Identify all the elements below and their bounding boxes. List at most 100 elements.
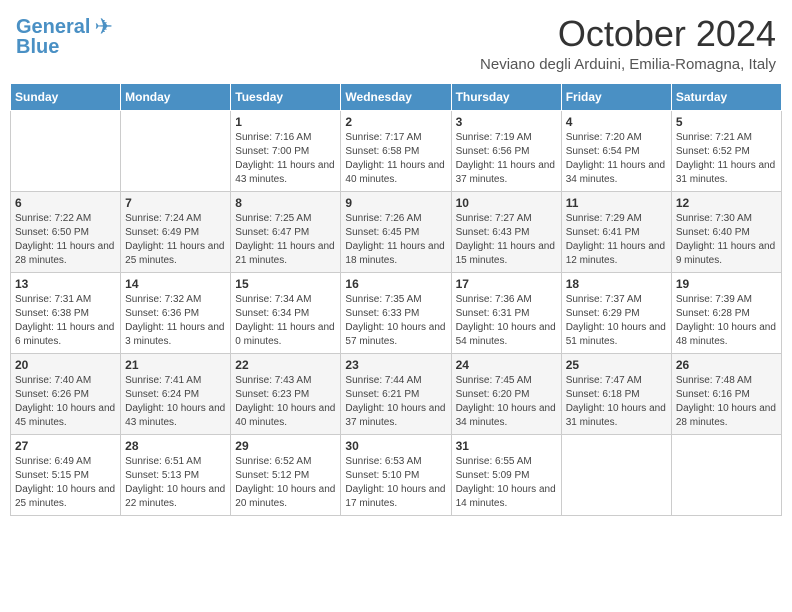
weekday-header-friday: Friday — [561, 83, 671, 110]
day-info: Sunrise: 7:37 AMSunset: 6:29 PMDaylight:… — [566, 293, 667, 349]
calendar-week-2: 6 Sunrise: 7:22 AMSunset: 6:50 PMDaylight… — [11, 191, 782, 272]
day-number: 9 — [345, 196, 446, 210]
day-info: Sunrise: 7:44 AMSunset: 6:21 PMDaylight:… — [345, 374, 446, 430]
day-info: Sunrise: 7:22 AMSunset: 6:50 PMDaylight:… — [15, 212, 116, 268]
weekday-header-sunday: Sunday — [11, 83, 121, 110]
calendar-table: SundayMondayTuesdayWednesdayThursdayFrid… — [10, 83, 782, 516]
calendar-cell: 22 Sunrise: 7:43 AMSunset: 6:23 PMDayligh… — [231, 353, 341, 434]
calendar-cell: 23 Sunrise: 7:44 AMSunset: 6:21 PMDayligh… — [341, 353, 451, 434]
calendar-cell — [561, 434, 671, 515]
calendar-cell: 25 Sunrise: 7:47 AMSunset: 6:18 PMDayligh… — [561, 353, 671, 434]
calendar-cell: 5 Sunrise: 7:21 AMSunset: 6:52 PMDaylight… — [671, 110, 781, 191]
day-number: 17 — [456, 277, 557, 291]
calendar-cell: 4 Sunrise: 7:20 AMSunset: 6:54 PMDaylight… — [561, 110, 671, 191]
calendar-cell: 17 Sunrise: 7:36 AMSunset: 6:31 PMDayligh… — [451, 272, 561, 353]
day-info: Sunrise: 6:53 AMSunset: 5:10 PMDaylight:… — [345, 455, 446, 511]
day-number: 3 — [456, 115, 557, 129]
day-number: 15 — [235, 277, 336, 291]
weekday-header-saturday: Saturday — [671, 83, 781, 110]
calendar-week-1: 1 Sunrise: 7:16 AMSunset: 7:00 PMDaylight… — [11, 110, 782, 191]
calendar-cell: 13 Sunrise: 7:31 AMSunset: 6:38 PMDayligh… — [11, 272, 121, 353]
day-info: Sunrise: 6:55 AMSunset: 5:09 PMDaylight:… — [456, 455, 557, 511]
calendar-cell: 14Sunrise: 7:32 AMSunset: 6:36 PMDayligh… — [121, 272, 231, 353]
day-info: Sunrise: 7:27 AMSunset: 6:43 PMDaylight:… — [456, 212, 557, 268]
weekday-header-tuesday: Tuesday — [231, 83, 341, 110]
calendar-cell: 16 Sunrise: 7:35 AMSunset: 6:33 PMDayligh… — [341, 272, 451, 353]
calendar-cell: 12Sunrise: 7:30 AMSunset: 6:40 PMDayligh… — [671, 191, 781, 272]
calendar-week-3: 13 Sunrise: 7:31 AMSunset: 6:38 PMDayligh… — [11, 272, 782, 353]
calendar-cell: 1 Sunrise: 7:16 AMSunset: 7:00 PMDaylight… — [231, 110, 341, 191]
day-info: Sunrise: 7:17 AMSunset: 6:58 PMDaylight:… — [345, 131, 446, 187]
day-info: Sunrise: 7:16 AMSunset: 7:00 PMDaylight:… — [235, 131, 336, 187]
logo-line2: Blue — [16, 36, 59, 58]
day-number: 27 — [15, 439, 116, 453]
calendar-cell: 7 Sunrise: 7:24 AMSunset: 6:49 PMDaylight… — [121, 191, 231, 272]
calendar-week-4: 20 Sunrise: 7:40 AMSunset: 6:26 PMDayligh… — [11, 353, 782, 434]
day-info: Sunrise: 7:31 AMSunset: 6:38 PMDaylight:… — [15, 293, 116, 349]
day-number: 2 — [345, 115, 446, 129]
day-number: 22 — [235, 358, 336, 372]
calendar-cell: 20 Sunrise: 7:40 AMSunset: 6:26 PMDayligh… — [11, 353, 121, 434]
day-info: Sunrise: 7:41 AMSunset: 6:24 PMDaylight:… — [125, 374, 226, 430]
day-number: 1 — [235, 115, 336, 129]
calendar-cell: 30 Sunrise: 6:53 AMSunset: 5:10 PMDayligh… — [341, 434, 451, 515]
calendar-cell: 29 Sunrise: 6:52 AMSunset: 5:12 PMDayligh… — [231, 434, 341, 515]
day-number: 12 — [676, 196, 777, 210]
calendar-cell: 15Sunrise: 7:34 AMSunset: 6:34 PMDayligh… — [231, 272, 341, 353]
calendar-cell: 3 Sunrise: 7:19 AMSunset: 6:56 PMDaylight… — [451, 110, 561, 191]
day-info: Sunrise: 7:40 AMSunset: 6:26 PMDaylight:… — [15, 374, 116, 430]
day-info: Sunrise: 7:24 AMSunset: 6:49 PMDaylight:… — [125, 212, 226, 268]
calendar-cell: 24Sunrise: 7:45 AMSunset: 6:20 PMDayligh… — [451, 353, 561, 434]
day-number: 16 — [345, 277, 446, 291]
day-info: Sunrise: 7:25 AMSunset: 6:47 PMDaylight:… — [235, 212, 336, 268]
weekday-header-monday: Monday — [121, 83, 231, 110]
day-number: 31 — [456, 439, 557, 453]
day-number: 8 — [235, 196, 336, 210]
day-number: 18 — [566, 277, 667, 291]
day-info: Sunrise: 7:21 AMSunset: 6:52 PMDaylight:… — [676, 131, 777, 187]
calendar-cell — [11, 110, 121, 191]
day-number: 6 — [15, 196, 116, 210]
location-title: Neviano degli Arduini, Emilia-Romagna, I… — [480, 56, 776, 73]
day-info: Sunrise: 7:36 AMSunset: 6:31 PMDaylight:… — [456, 293, 557, 349]
day-info: Sunrise: 7:47 AMSunset: 6:18 PMDaylight:… — [566, 374, 667, 430]
calendar-cell: 18 Sunrise: 7:37 AMSunset: 6:29 PMDayligh… — [561, 272, 671, 353]
day-number: 5 — [676, 115, 777, 129]
day-number: 26 — [676, 358, 777, 372]
calendar-cell: 6 Sunrise: 7:22 AMSunset: 6:50 PMDaylight… — [11, 191, 121, 272]
day-number: 29 — [235, 439, 336, 453]
day-info: Sunrise: 7:20 AMSunset: 6:54 PMDaylight:… — [566, 131, 667, 187]
day-info: Sunrise: 7:19 AMSunset: 6:56 PMDaylight:… — [456, 131, 557, 187]
calendar-cell: 31 Sunrise: 6:55 AMSunset: 5:09 PMDayligh… — [451, 434, 561, 515]
day-number: 7 — [125, 196, 226, 210]
day-number: 13 — [15, 277, 116, 291]
calendar-cell: 28Sunrise: 6:51 AMSunset: 5:13 PMDayligh… — [121, 434, 231, 515]
day-number: 20 — [15, 358, 116, 372]
day-info: Sunrise: 7:29 AMSunset: 6:41 PMDaylight:… — [566, 212, 667, 268]
day-info: Sunrise: 6:52 AMSunset: 5:12 PMDaylight:… — [235, 455, 336, 511]
day-info: Sunrise: 7:39 AMSunset: 6:28 PMDaylight:… — [676, 293, 777, 349]
day-number: 28 — [125, 439, 226, 453]
logo-bird-icon: ✈ — [94, 14, 112, 40]
day-number: 11 — [566, 196, 667, 210]
day-info: Sunrise: 7:32 AMSunset: 6:36 PMDaylight:… — [125, 293, 226, 349]
calendar-cell — [121, 110, 231, 191]
day-number: 10 — [456, 196, 557, 210]
weekday-header-thursday: Thursday — [451, 83, 561, 110]
logo-text: General — [16, 16, 90, 38]
day-info: Sunrise: 7:26 AMSunset: 6:45 PMDaylight:… — [345, 212, 446, 268]
calendar-week-5: 27Sunrise: 6:49 AMSunset: 5:15 PMDayligh… — [11, 434, 782, 515]
calendar-cell: 2 Sunrise: 7:17 AMSunset: 6:58 PMDaylight… — [341, 110, 451, 191]
calendar-cell: 10 Sunrise: 7:27 AMSunset: 6:43 PMDayligh… — [451, 191, 561, 272]
weekday-header-row: SundayMondayTuesdayWednesdayThursdayFrid… — [11, 83, 782, 110]
day-info: Sunrise: 7:43 AMSunset: 6:23 PMDaylight:… — [235, 374, 336, 430]
day-number: 4 — [566, 115, 667, 129]
day-number: 23 — [345, 358, 446, 372]
calendar-cell: 9 Sunrise: 7:26 AMSunset: 6:45 PMDaylight… — [341, 191, 451, 272]
day-number: 25 — [566, 358, 667, 372]
day-info: Sunrise: 7:35 AMSunset: 6:33 PMDaylight:… — [345, 293, 446, 349]
calendar-cell: 19Sunrise: 7:39 AMSunset: 6:28 PMDayligh… — [671, 272, 781, 353]
day-number: 24 — [456, 358, 557, 372]
day-number: 30 — [345, 439, 446, 453]
calendar-cell: 8 Sunrise: 7:25 AMSunset: 6:47 PMDaylight… — [231, 191, 341, 272]
